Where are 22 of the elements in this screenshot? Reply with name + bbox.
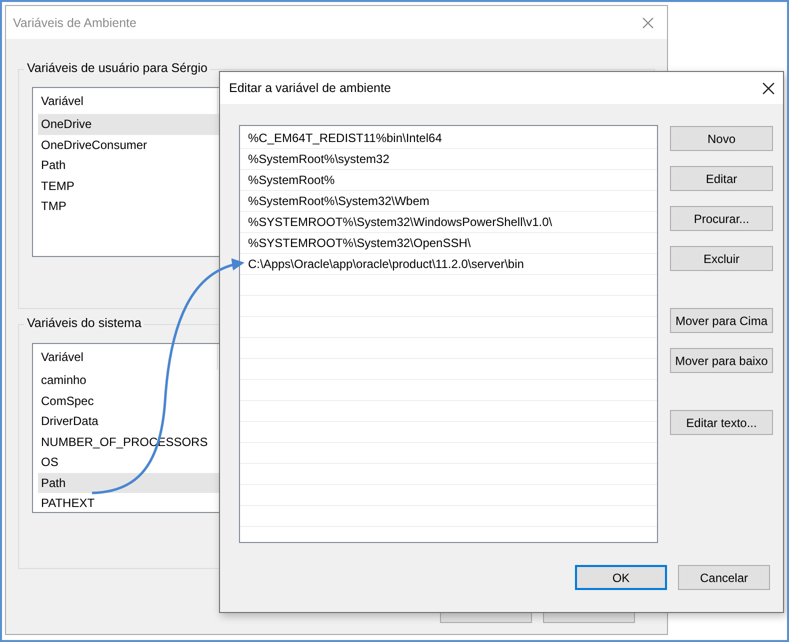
side-button[interactable]: Excluir <box>670 246 773 271</box>
side-button[interactable]: Editar texto... <box>670 410 773 435</box>
close-icon[interactable] <box>762 82 775 94</box>
dialog-title: Editar a variável de ambiente <box>229 81 391 95</box>
list-item[interactable]: %SystemRoot%\system32 <box>248 149 657 170</box>
side-button[interactable]: Novo <box>670 126 773 151</box>
dialog-button[interactable]: OK <box>575 565 667 590</box>
side-button[interactable]: Procurar... <box>670 206 773 231</box>
group-title: Variáveis de usuário para Sérgio <box>24 61 210 75</box>
side-button[interactable]: Mover para baixo <box>670 348 773 373</box>
dialog-button[interactable]: Cancelar <box>678 565 770 590</box>
list-item[interactable]: %SYSTEMROOT%\System32\WindowsPowerShell\v1.0\ <box>248 212 657 233</box>
window-title: Variáveis de Ambiente <box>13 16 136 30</box>
list-item[interactable]: %SystemRoot% <box>248 170 657 191</box>
column-header[interactable]: Variável <box>38 344 218 370</box>
side-button[interactable]: Editar <box>670 166 773 191</box>
list-item[interactable]: C:\Apps\Oracle\app\oracle\product\11.2.0\server\bin <box>248 254 657 275</box>
group-title: Variáveis do sistema <box>24 316 144 330</box>
list-item[interactable]: %C_EM64T_REDIST11%bin\Intel64 <box>248 128 657 149</box>
side-button[interactable]: Mover para Cima <box>670 308 773 333</box>
list-item[interactable]: %SYSTEMROOT%\System32\OpenSSH\ <box>248 233 657 254</box>
list-item[interactable]: %SystemRoot%\System32\Wbem <box>248 191 657 212</box>
